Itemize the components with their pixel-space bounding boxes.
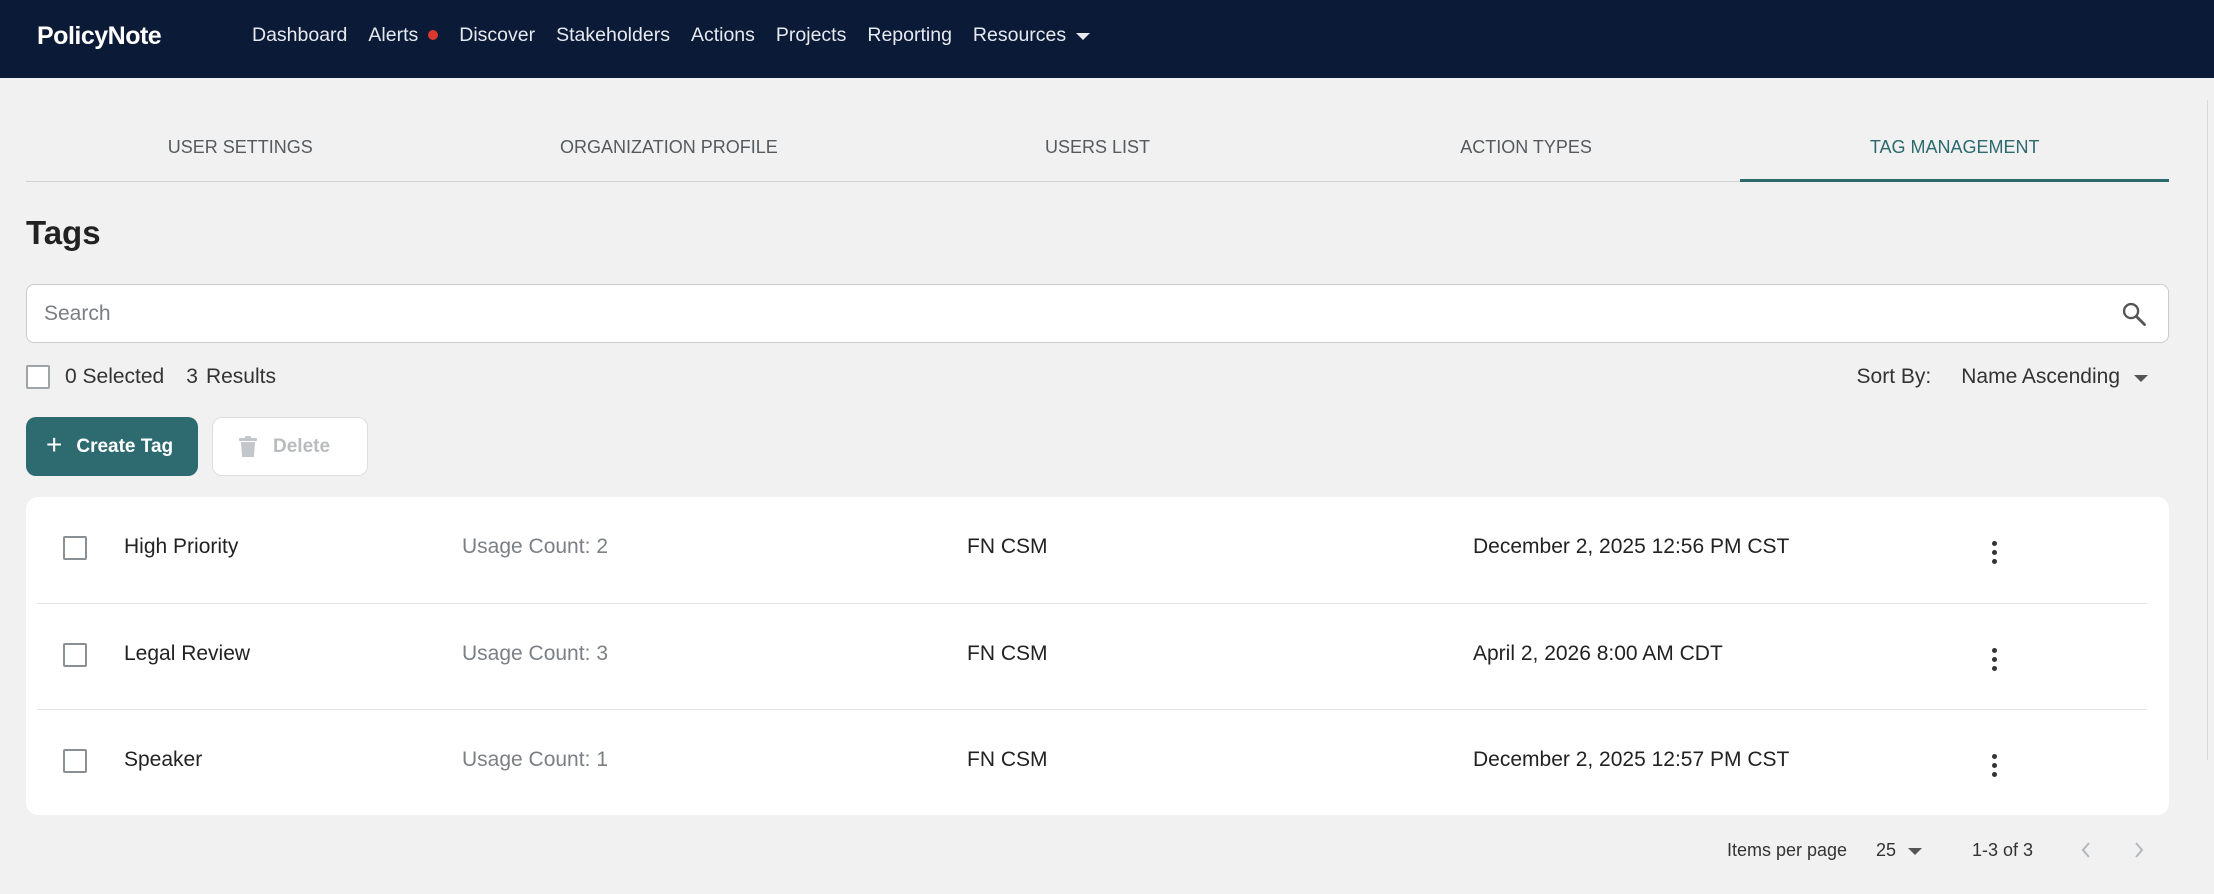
delete-label: Delete xyxy=(273,435,331,457)
page-title: Tags xyxy=(26,214,101,251)
selected-count: 0 Selected xyxy=(65,365,165,388)
search-box xyxy=(26,284,2169,343)
nav-label: Discover xyxy=(459,23,536,46)
tag-owner: FN CSM xyxy=(967,535,1048,558)
nav-label: Actions xyxy=(690,23,755,46)
usage-label: Usage Count: xyxy=(462,535,591,558)
caret-down-icon xyxy=(1908,847,1923,855)
alert-dot-icon xyxy=(428,30,439,40)
nav-label: Stakeholders xyxy=(556,23,670,46)
page-range: 1-3 of 3 xyxy=(1972,839,2034,860)
row-checkbox[interactable] xyxy=(63,643,87,667)
nav-item-reporting[interactable]: Reporting xyxy=(867,24,952,47)
tag-date: December 2, 2025 12:56 PM CST xyxy=(1473,535,1790,558)
nav-label: Dashboard xyxy=(252,23,348,46)
usage-value: 1 xyxy=(596,748,609,771)
next-page-button[interactable] xyxy=(2128,838,2150,862)
sort-dropdown[interactable]: Name Ascending xyxy=(1961,365,2148,389)
main-nav: Dashboard Alerts Discover Stakeholders A… xyxy=(252,0,1111,70)
usage-value: 2 xyxy=(596,535,609,558)
more-vertical-icon[interactable] xyxy=(1984,754,2004,780)
nav-label: Resources xyxy=(972,23,1067,46)
usage-count: Usage Count: 3 xyxy=(462,642,608,666)
usage-label: Usage Count: xyxy=(462,642,591,665)
scrollbar-edge xyxy=(2207,100,2208,760)
brand-logo[interactable]: PolicyNote xyxy=(37,22,162,51)
more-vertical-icon[interactable] xyxy=(1984,648,2004,674)
nav-item-alerts[interactable]: Alerts xyxy=(368,23,439,47)
results-label: Results xyxy=(205,365,276,388)
page-size-value: 25 xyxy=(1876,839,1897,860)
tab-tag-management[interactable]: TAG MANAGEMENT xyxy=(1740,120,2169,182)
search-icon[interactable] xyxy=(2120,300,2148,328)
sort-label: Sort By: xyxy=(1856,365,1932,388)
previous-page-button[interactable] xyxy=(2075,838,2097,862)
nav-item-projects[interactable]: Projects xyxy=(776,24,846,47)
caret-down-icon xyxy=(2134,374,2148,382)
nav-label: Alerts xyxy=(368,23,419,46)
tag-date: April 2, 2026 8:00 AM CDT xyxy=(1473,642,1723,665)
nav-item-resources[interactable]: Resources xyxy=(972,23,1091,47)
tag-name: Legal Review xyxy=(124,642,251,665)
nav-item-dashboard[interactable]: Dashboard xyxy=(252,24,347,47)
more-vertical-icon[interactable] xyxy=(1984,541,2004,567)
caret-down-icon xyxy=(1076,32,1091,40)
search-input[interactable] xyxy=(44,285,2104,342)
trash-icon xyxy=(239,435,257,457)
usage-value: 3 xyxy=(596,642,609,665)
nav-label: Projects xyxy=(775,23,847,46)
tag-name: High Priority xyxy=(124,535,239,558)
chevron-right-icon xyxy=(2135,842,2144,858)
tab-user-settings[interactable]: USER SETTINGS xyxy=(26,120,455,181)
tab-action-types[interactable]: ACTION TYPES xyxy=(1312,120,1741,181)
tag-date: December 2, 2025 12:57 PM CST xyxy=(1473,748,1790,771)
tag-name: Speaker xyxy=(124,748,203,771)
top-navbar: PolicyNote Dashboard Alerts Discover Sta… xyxy=(0,0,2214,78)
page-size-select[interactable]: 25 xyxy=(1876,838,1923,862)
nav-item-actions[interactable]: Actions xyxy=(691,24,755,47)
plus-icon: + xyxy=(46,429,63,460)
selection-summary: 0 Selected 3 Results xyxy=(26,364,276,390)
chevron-left-icon xyxy=(2081,842,2090,858)
select-all-checkbox[interactable] xyxy=(26,365,50,389)
usage-label: Usage Count: xyxy=(462,748,591,771)
row-checkbox[interactable] xyxy=(63,749,87,773)
settings-tabs: USER SETTINGS ORGANIZATION PROFILE USERS… xyxy=(26,120,2169,182)
tags-table: High Priority Usage Count: 2 FN CSM Decem… xyxy=(26,497,2169,815)
items-per-page-label: Items per page xyxy=(1727,839,1848,860)
tab-users-list[interactable]: USERS LIST xyxy=(883,120,1312,181)
nav-item-stakeholders[interactable]: Stakeholders xyxy=(556,24,670,47)
nav-label: Reporting xyxy=(867,23,952,46)
create-tag-label: Create Tag xyxy=(76,435,174,457)
delete-button[interactable]: Delete xyxy=(212,417,368,476)
row-checkbox[interactable] xyxy=(63,536,87,560)
usage-count: Usage Count: 2 xyxy=(462,535,608,559)
sort-value: Name Ascending xyxy=(1961,365,2120,388)
tag-owner: FN CSM xyxy=(967,748,1048,771)
tag-owner: FN CSM xyxy=(967,642,1048,665)
table-row: High Priority Usage Count: 2 FN CSM Decem… xyxy=(37,497,2147,603)
nav-item-discover[interactable]: Discover xyxy=(459,24,535,47)
create-tag-button[interactable]: + Create Tag xyxy=(26,417,198,476)
sort-control: Sort By: Name Ascending xyxy=(1857,364,2148,390)
table-row: Legal Review Usage Count: 3 FN CSM April … xyxy=(37,603,2147,709)
tab-organization-profile[interactable]: ORGANIZATION PROFILE xyxy=(455,120,884,181)
table-row: Speaker Usage Count: 1 FN CSM December 2,… xyxy=(37,709,2147,815)
usage-count: Usage Count: 1 xyxy=(462,748,608,772)
results-count: 3 xyxy=(186,365,198,388)
